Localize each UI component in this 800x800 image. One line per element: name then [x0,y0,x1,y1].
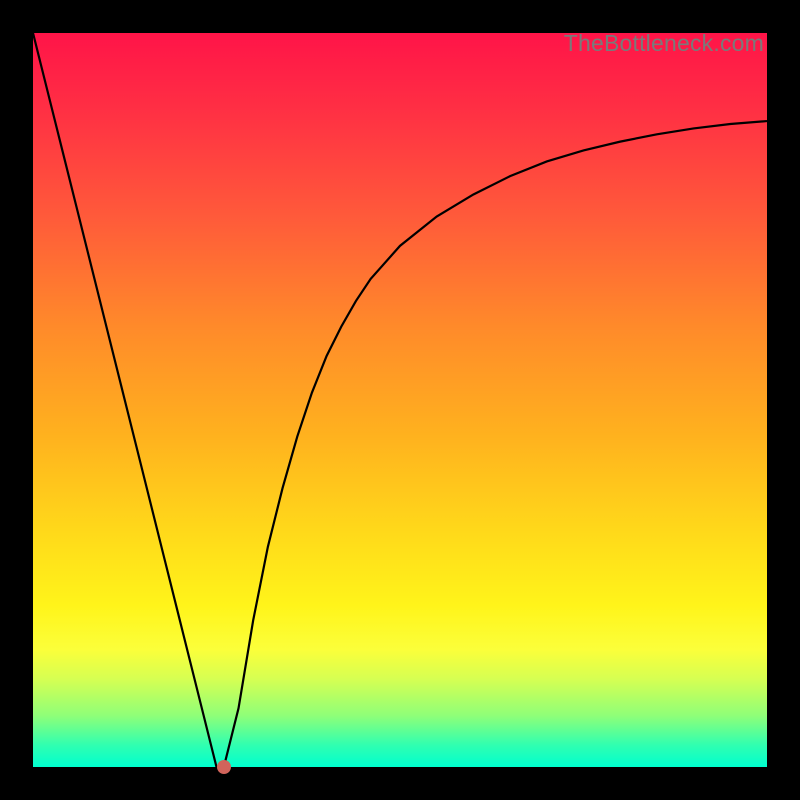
watermark-text: TheBottleneck.com [564,30,764,57]
bottleneck-curve [33,33,767,767]
plot-area [33,33,767,767]
optimal-point-marker [217,760,231,774]
chart-frame: TheBottleneck.com [0,0,800,800]
